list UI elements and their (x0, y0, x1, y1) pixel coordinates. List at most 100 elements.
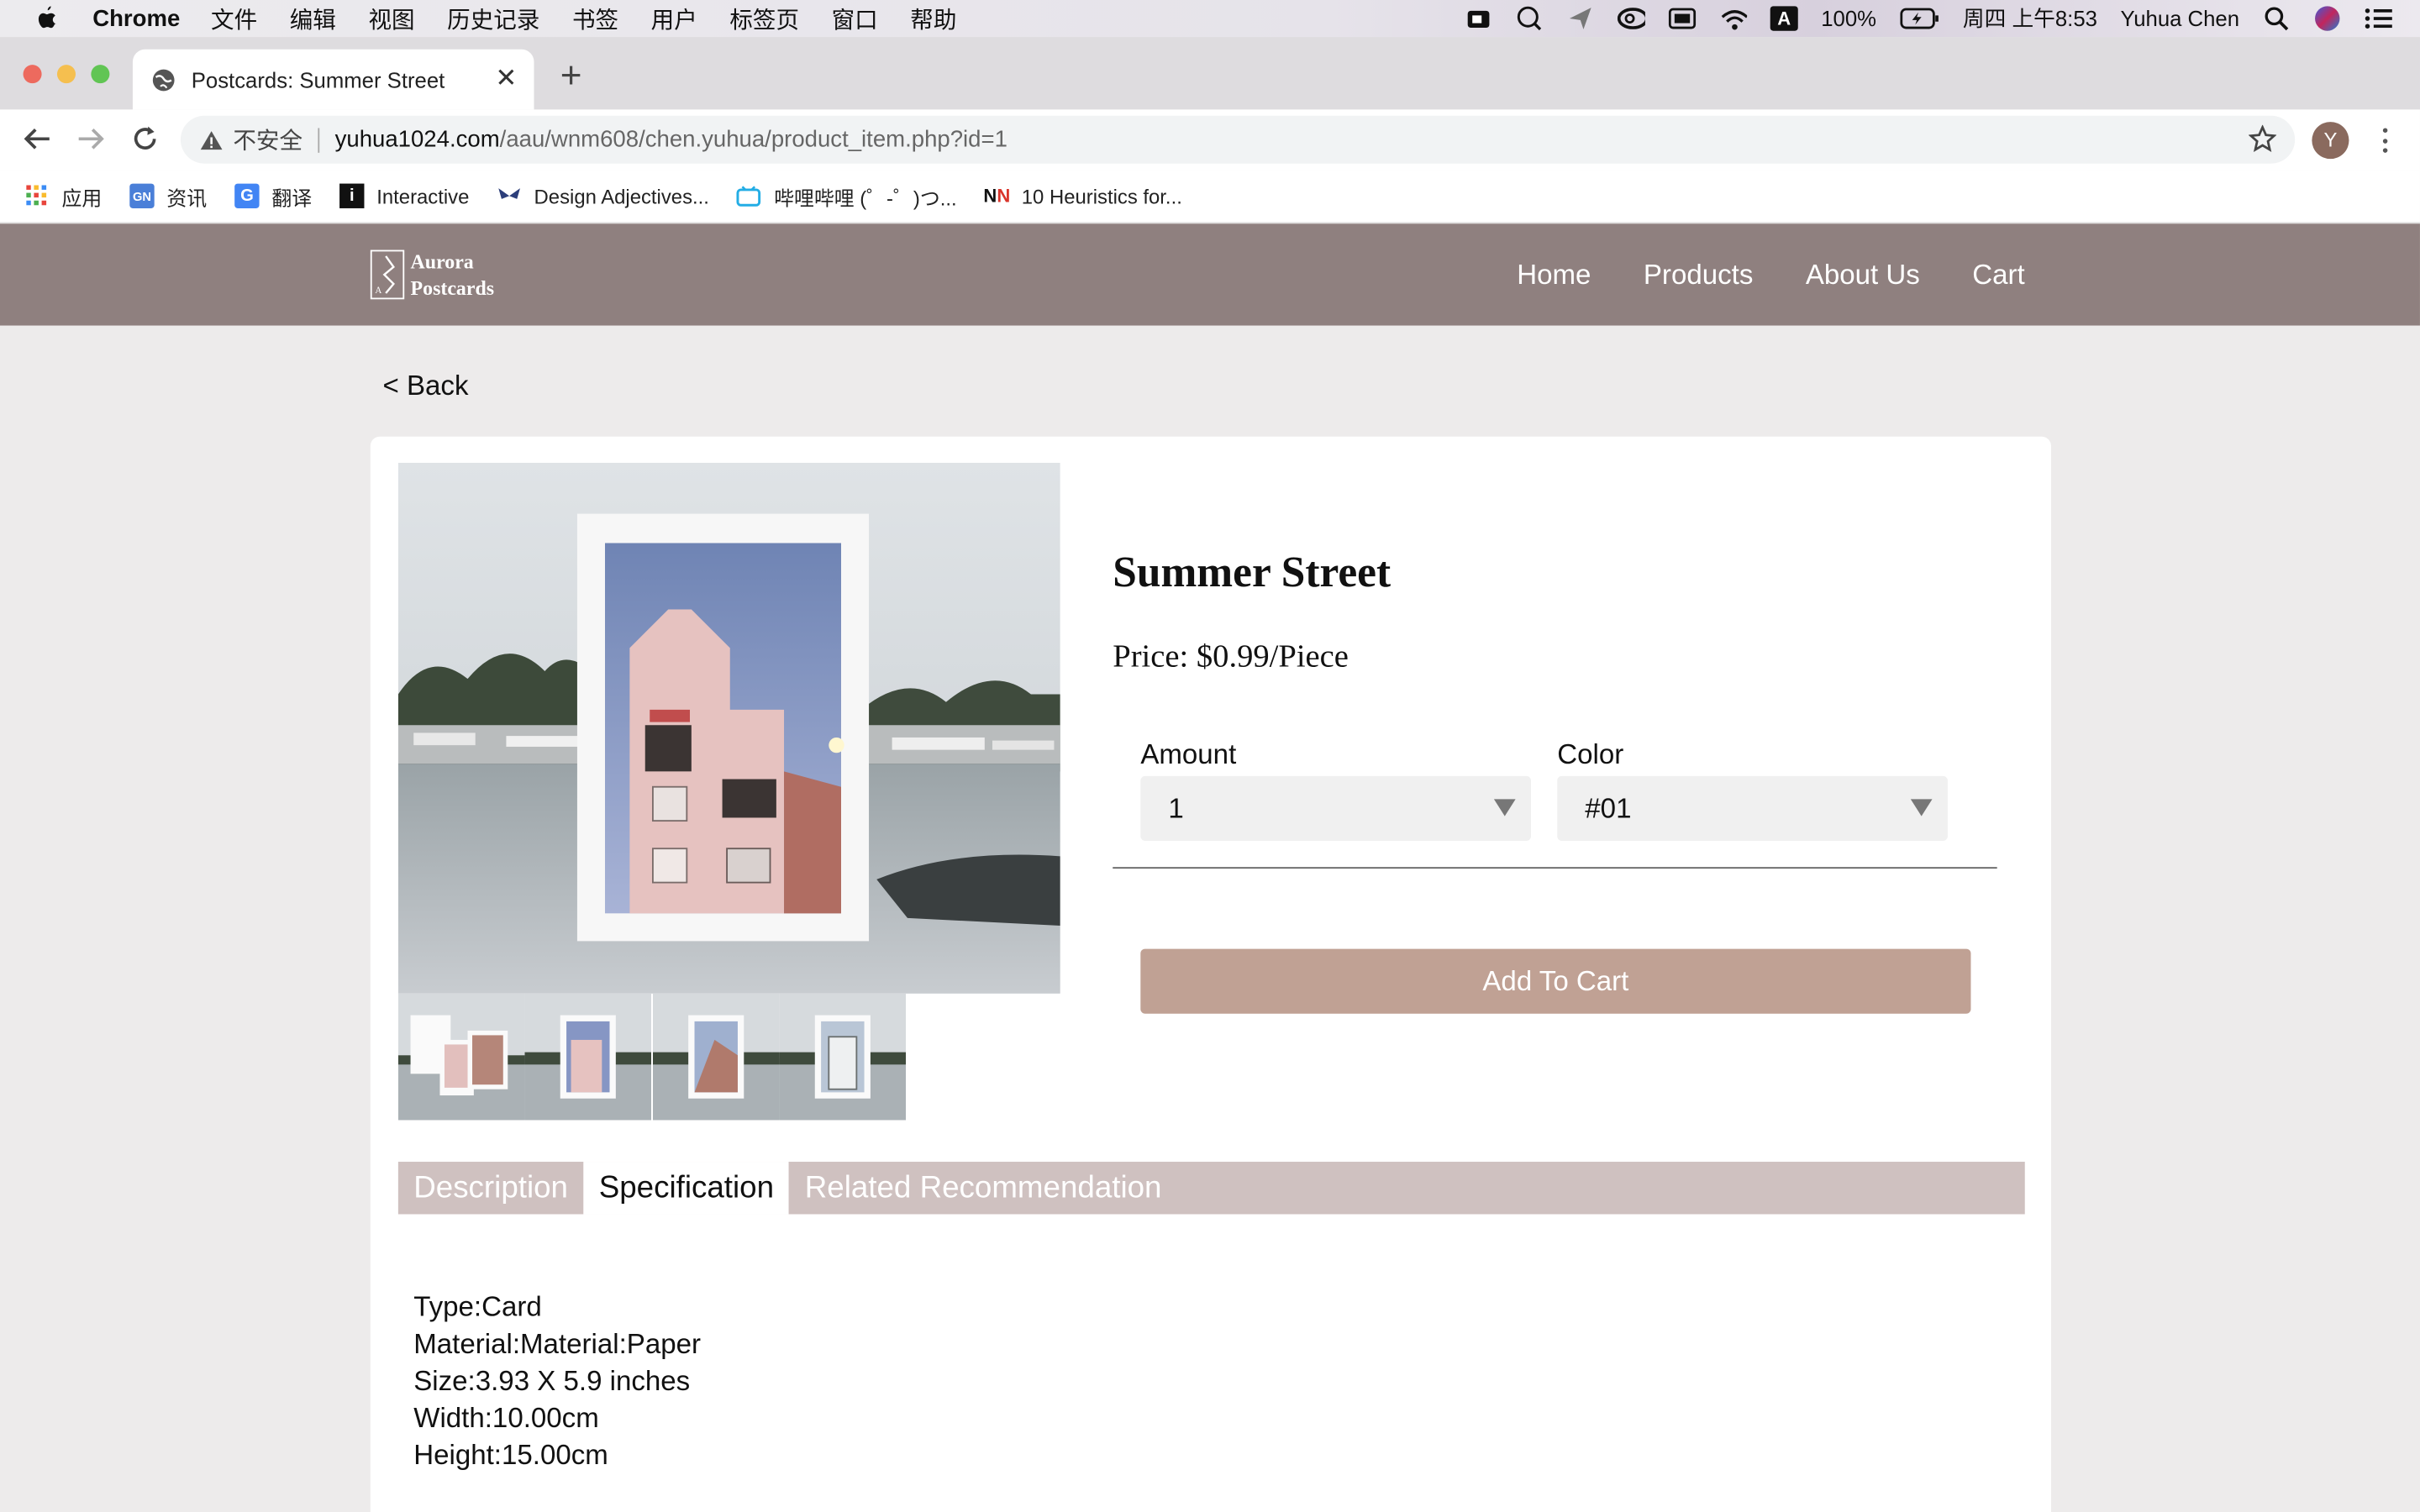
tab-description[interactable]: Description (398, 1162, 583, 1214)
nav-cart[interactable]: Cart (1972, 259, 2024, 291)
profile-avatar[interactable]: Y (2312, 122, 2349, 160)
back-arrow-icon[interactable] (20, 122, 54, 155)
window-close-button[interactable] (23, 65, 42, 84)
site-header: A Aurora Postcards Home Products About U… (0, 223, 2420, 326)
product-title: Summer Street (1113, 549, 1392, 597)
siri-icon[interactable] (2313, 6, 2341, 31)
app-menu-chrome[interactable]: Chrome (92, 5, 180, 31)
add-to-cart-button[interactable]: Add To Cart (1140, 948, 1971, 1014)
new-tab-icon[interactable]: + (555, 58, 587, 95)
battery-percent: 100% (1821, 6, 1877, 31)
browser-menu-icon[interactable] (2377, 125, 2392, 156)
bookmark-label: 翻译 (271, 186, 313, 209)
news-icon: GN (129, 183, 155, 208)
bookmark-news[interactable]: GN 资讯 (129, 181, 207, 211)
status-area: A 100% 周四 上午8:53 Yuhua Chen (1465, 0, 2392, 37)
window-zoom-button[interactable] (91, 65, 110, 84)
url-host: yuhua1024.com (334, 126, 500, 153)
logo-line-1: Aurora (410, 249, 474, 274)
menu-people[interactable]: 用户 (651, 3, 697, 35)
amount-value: 1 (1168, 792, 1184, 823)
nav-home[interactable]: Home (1517, 259, 1591, 291)
window-minimize-button[interactable] (56, 65, 76, 84)
user-name[interactable]: Yuhua Chen (2120, 6, 2239, 30)
spec-type: Type:Card (413, 1291, 542, 1323)
bookmark-interactive[interactable]: i Interactive (339, 183, 470, 208)
bookmark-translate[interactable]: G 翻译 (234, 181, 312, 211)
amount-select[interactable]: 1 (1140, 775, 1532, 842)
spotlight-icon[interactable] (2263, 6, 2291, 31)
back-link[interactable]: < Back (383, 370, 469, 403)
nn-icon: NN (983, 185, 1011, 207)
logo-line-2: Postcards (410, 276, 495, 300)
bookmark-label: Interactive (376, 184, 470, 208)
search-bubble-icon[interactable] (1516, 6, 1544, 31)
interactive-icon: i (339, 183, 365, 208)
menu-help[interactable]: 帮助 (910, 3, 956, 35)
facetime-icon[interactable] (1465, 6, 1492, 30)
thumbnail-1[interactable] (397, 993, 525, 1121)
product-tabs: Description Specification Related Recomm… (397, 1162, 2025, 1215)
thumbnail-3[interactable] (652, 993, 779, 1121)
apple-icon[interactable] (34, 5, 61, 33)
site-logo[interactable]: A Aurora Postcards (370, 249, 495, 301)
color-select[interactable]: #01 (1557, 775, 1948, 842)
bookmark-label: 应用 (61, 186, 103, 209)
menu-window[interactable]: 窗口 (832, 3, 878, 35)
bookmark-apps[interactable]: 应用 (24, 181, 102, 211)
security-label[interactable]: 不安全 (233, 123, 302, 156)
send-icon[interactable] (1566, 6, 1594, 30)
spec-width: Width:10.00cm (413, 1402, 599, 1434)
clock[interactable]: 周四 上午8:53 (1963, 3, 2097, 34)
browser-tab-active[interactable]: Postcards: Summer Street ✕ (132, 49, 534, 110)
product-price: Price: $0.99/Piece (1113, 637, 1349, 675)
thumbnail-strip (397, 993, 906, 1121)
bookmark-nn-heuristics[interactable]: NN 10 Heuristics for... (983, 184, 1181, 208)
product-main-image[interactable] (397, 463, 1060, 994)
nav-about-us[interactable]: About Us (1806, 259, 1920, 291)
color-label: Color (1557, 738, 1624, 770)
warning-icon[interactable] (199, 128, 224, 152)
browser-tabbar: Postcards: Summer Street ✕ + (0, 37, 2420, 110)
amount-label: Amount (1140, 738, 1237, 770)
spec-size: Size:3.93 X 5.9 inches (413, 1365, 691, 1397)
specification-list: Type:Card Material:Material:Paper Size:3… (413, 1289, 701, 1473)
notification-center-icon[interactable] (2365, 6, 2392, 30)
thumbnail-4[interactable] (779, 993, 906, 1121)
logo-mark-icon: A (370, 249, 405, 300)
bookmarks-bar: 应用 GN 资讯 G 翻译 i Interactive Design Adjec… (0, 170, 2420, 224)
apps-grid-icon (24, 184, 49, 208)
bookmark-bilibili[interactable]: 哔哩哔哩 (゜-゜)つ... (737, 181, 957, 211)
browser-toolbar: 不安全 yuhua1024.com/aau/wnm608/chen.yuhua/… (0, 109, 2420, 171)
menu-view[interactable]: 视图 (368, 3, 414, 35)
tab-related-recommendation[interactable]: Related Recommendation (789, 1162, 1176, 1214)
wifi-icon[interactable] (1719, 6, 1748, 30)
omnibox-divider (318, 127, 320, 152)
battery-icon[interactable] (1900, 6, 1940, 30)
menu-bookmarks[interactable]: 书签 (572, 3, 618, 35)
display-icon[interactable] (1668, 6, 1697, 30)
bookmark-design-adjectives[interactable]: Design Adjectives... (497, 184, 709, 208)
forward-arrow-icon[interactable] (74, 122, 108, 155)
tab-specification[interactable]: Specification (583, 1162, 790, 1215)
reload-icon[interactable] (128, 122, 161, 155)
nav-products[interactable]: Products (1644, 259, 1753, 291)
address-bar[interactable]: 不安全 yuhua1024.com/aau/wnm608/chen.yuhua/… (180, 115, 2296, 164)
thumbnail-2[interactable] (525, 993, 652, 1121)
bookmark-label: 资讯 (166, 186, 208, 209)
chevron-down-icon (1910, 799, 1933, 816)
menu-file[interactable]: 文件 (211, 3, 257, 35)
butterfly-icon (497, 184, 521, 208)
macos-menubar: Chrome 文件 编辑 视图 历史记录 书签 用户 标签页 窗口 帮助 A 1… (0, 0, 2420, 38)
menu-edit[interactable]: 编辑 (290, 3, 336, 35)
creative-cloud-icon[interactable] (1617, 6, 1645, 30)
url-path: /aau/wnm608/chen.yuhua/product_item.php?… (499, 126, 1007, 153)
chevron-down-icon (1493, 799, 1516, 816)
menu-tabs[interactable]: 标签页 (729, 3, 799, 35)
menu-history[interactable]: 历史记录 (447, 3, 539, 35)
input-method-icon[interactable]: A (1770, 6, 1798, 31)
tab-close-icon[interactable]: ✕ (494, 65, 518, 91)
spec-material: Material:Material:Paper (413, 1328, 702, 1360)
bookmark-star-icon[interactable] (2248, 124, 2277, 153)
color-value: #01 (1585, 792, 1632, 823)
